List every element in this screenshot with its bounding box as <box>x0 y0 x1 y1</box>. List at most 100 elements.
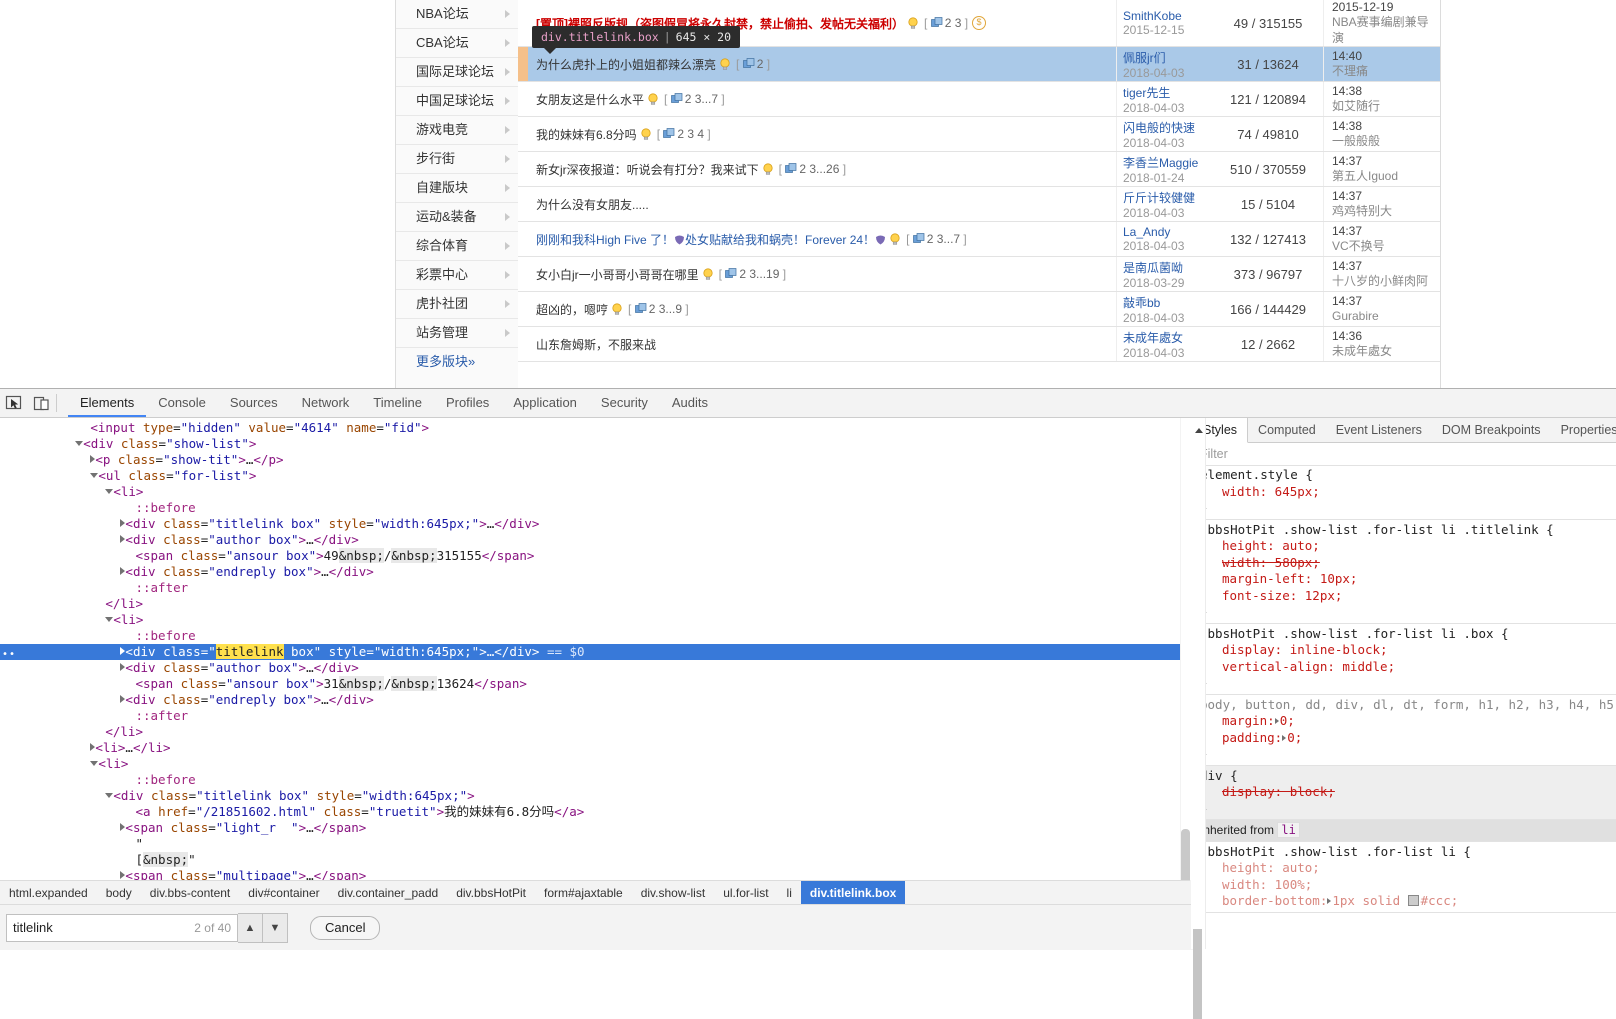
dom-tree-scrollbar-track[interactable] <box>1181 418 1191 880</box>
styles-tab-event-listeners[interactable]: Event Listeners <box>1326 418 1432 442</box>
thread-title-cell[interactable]: 女朋友这是什么水平 [ 2 3...7 ] <box>518 82 1116 116</box>
author-name[interactable]: 佩服jr们 <box>1123 49 1213 66</box>
devtools-tab-timeline[interactable]: Timeline <box>361 389 434 416</box>
sidebar-item-3[interactable]: 中国足球论坛 <box>396 87 518 116</box>
inherited-tag[interactable]: li <box>1277 822 1300 838</box>
dom-node[interactable]: <p class="show-tit">…</p> <box>0 452 1180 468</box>
sidebar-item-4[interactable]: 游戏电竞 <box>396 116 518 145</box>
dom-node[interactable]: <div class="author box">…</div> <box>0 532 1180 548</box>
thread-row[interactable]: 刚刚和我科High Five 了！ 处女贴献给我和蜗壳！Forever 24！[ … <box>518 222 1440 258</box>
cancel-button[interactable]: Cancel <box>310 915 381 940</box>
author-name[interactable]: 是南瓜菌呦 <box>1123 259 1213 276</box>
dom-node[interactable]: <li>…</li> <box>0 740 1180 756</box>
thread-title-link[interactable]: 山东詹姆斯，不服来战 <box>536 336 656 353</box>
author-name[interactable]: tiger先生 <box>1123 84 1213 101</box>
breadcrumb-item[interactable]: div.bbs-content <box>141 881 240 905</box>
css-rule[interactable]: element.style {width: 645px;} <box>1192 465 1616 520</box>
last-reply-user[interactable]: 不理痛 <box>1332 63 1440 79</box>
author-name[interactable]: 敲乖bb <box>1123 294 1213 311</box>
breadcrumb-item[interactable]: body <box>97 881 141 905</box>
css-declaration[interactable]: vertical-align: middle; <box>1200 659 1616 676</box>
thread-row[interactable]: 山东詹姆斯，不服来战 未成年處女 2018-04-03 12 / 2662 14:36 未… <box>518 327 1440 363</box>
breadcrumb-item[interactable]: div#container <box>239 881 328 905</box>
css-rule[interactable]: body, button, dd, div, dl, dt, form, h1,… <box>1192 695 1616 766</box>
dom-node[interactable]: " <box>0 836 1180 852</box>
thread-title-link[interactable]: 为什么没有女朋友..... <box>536 196 649 213</box>
last-reply-user[interactable]: 第五人Iguod <box>1332 168 1440 184</box>
styles-scroll-up-icon[interactable] <box>1193 425 1205 437</box>
thread-row[interactable]: 女小白jr一小哥哥小哥哥在哪里 [ 2 3...19 ] 是南瓜菌呦 2018-03-… <box>518 257 1440 293</box>
css-declaration[interactable]: width: 580px; <box>1200 555 1616 572</box>
breadcrumb-item[interactable]: div.bbsHotPit <box>447 881 535 905</box>
css-selector[interactable]: body, button, dd, div, dl, dt, form, h1,… <box>1200 697 1616 712</box>
devtools-tab-elements[interactable]: Elements <box>68 389 147 417</box>
css-rule[interactable]: .bbsHotPit .show-list .for-list li .box … <box>1192 624 1616 695</box>
dom-node[interactable]: ::before <box>0 772 1180 788</box>
css-declaration[interactable]: width: 645px; <box>1200 484 1616 501</box>
author-name[interactable]: 闪电般的快速 <box>1123 119 1213 136</box>
dom-node[interactable]: ::before <box>0 500 1180 516</box>
css-declaration[interactable]: display: block; <box>1200 784 1616 801</box>
expand-triangle-icon[interactable] <box>1274 718 1279 724</box>
thread-row[interactable]: 新女jr深夜报道：听说会有打分？我来试下 [ 2 3...26 ] 李香兰Maggi… <box>518 152 1440 188</box>
dom-node[interactable]: <span class="ansour box">49&nbsp;/&nbsp;… <box>0 548 1180 564</box>
dom-node[interactable]: ::before <box>0 628 1180 644</box>
last-reply-user[interactable]: 如艾随行 <box>1332 98 1440 114</box>
author-name[interactable]: 未成年處女 <box>1123 329 1213 346</box>
dom-node[interactable]: <input type="hidden" value="4614" name="… <box>0 420 1180 436</box>
dom-node[interactable]: [&nbsp;" <box>0 852 1180 868</box>
thread-row[interactable]: 我的妹妹有6.8分吗 [ 2 3 4 ] 闪电般的快速 2018-04-03 74 / … <box>518 117 1440 153</box>
breadcrumb-item[interactable]: div.container_padd <box>329 881 448 905</box>
thread-title-link[interactable]: 女小白jr一小哥哥小哥哥在哪里 <box>536 266 699 283</box>
dom-node[interactable]: <div class="titlelink box" style="width:… <box>0 516 1180 532</box>
last-reply-user[interactable]: 一般般般 <box>1332 133 1440 149</box>
devtools-tab-network[interactable]: Network <box>290 389 362 416</box>
css-declaration[interactable]: height: auto; <box>1200 538 1616 555</box>
dom-node[interactable]: <span class="light_r ">…</span> <box>0 820 1180 836</box>
devtools-tab-console[interactable]: Console <box>146 389 218 416</box>
breadcrumb-item[interactable]: li <box>778 881 801 905</box>
breadcrumb-item[interactable]: div.titlelink.box <box>800 881 906 905</box>
styles-tab-computed[interactable]: Computed <box>1248 418 1326 442</box>
devtools-tab-profiles[interactable]: Profiles <box>434 389 501 416</box>
thread-title-cell[interactable]: 刚刚和我科High Five 了！ 处女贴献给我和蜗壳！Forever 24！[ … <box>518 222 1116 256</box>
css-rule[interactable]: .bbsHotPit .show-list .for-list li .titl… <box>1192 520 1616 624</box>
css-declaration[interactable]: height: auto; <box>1200 860 1616 877</box>
css-declaration[interactable]: font-size: 12px; <box>1200 588 1616 605</box>
styles-filter-input[interactable]: Filter <box>1192 443 1616 466</box>
css-declaration[interactable]: margin-left: 10px; <box>1200 571 1616 588</box>
dom-node-selected[interactable]: •• <div class="titlelink box" style="wid… <box>0 644 1180 660</box>
dom-node[interactable]: <span class="ansour box">31&nbsp;/&nbsp;… <box>0 676 1180 692</box>
device-toolbar-icon[interactable] <box>32 394 51 413</box>
last-reply-user[interactable]: 鸡鸡特别大 <box>1332 203 1440 219</box>
thread-title-cell[interactable]: 我的妹妹有6.8分吗 [ 2 3 4 ] <box>518 117 1116 151</box>
css-selector[interactable]: .bbsHotPit .show-list .for-list li .titl… <box>1200 522 1554 537</box>
sidebar-item-5[interactable]: 步行街 <box>396 145 518 174</box>
thread-title-link[interactable]: 刚刚和我科High Five 了！ <box>536 231 674 248</box>
dom-node[interactable]: <li> <box>0 756 1180 772</box>
thread-row[interactable]: 为什么没有女朋友..... 斤斤计较健健 2018-04-03 15 / 5104 14… <box>518 187 1440 223</box>
thread-title-cell[interactable]: 超凶的，嗯哼 [ 2 3...9 ] <box>518 292 1116 326</box>
css-rule[interactable]: div {display: block;} <box>1192 765 1616 820</box>
css-declaration[interactable]: display: inline-block; <box>1200 642 1616 659</box>
thread-title-cell[interactable]: 为什么虎扑上的小姐姐都辣么漂亮 [ 2 ] <box>518 47 1116 82</box>
css-declaration[interactable]: width: 100%; <box>1200 877 1616 894</box>
last-reply-user[interactable]: NBA赛事编剧兼导演 <box>1332 14 1440 46</box>
css-declaration[interactable]: border-bottom: 1px solid #ccc; <box>1200 893 1616 910</box>
thread-title-link[interactable]: 新女jr深夜报道：听说会有打分？我来试下 <box>536 161 759 178</box>
sidebar-item-6[interactable]: 自建版块 <box>396 174 518 203</box>
sidebar-item-10[interactable]: 虎扑社团 <box>396 290 518 319</box>
thread-title-cell[interactable]: 为什么没有女朋友..... <box>518 187 1116 221</box>
dom-node[interactable]: <li> <box>0 484 1180 500</box>
dom-node[interactable]: <div class="show-list"> <box>0 436 1180 452</box>
sidebar-item-2[interactable]: 国际足球论坛 <box>396 58 518 87</box>
thread-title-link[interactable]: 女朋友这是什么水平 <box>536 91 644 108</box>
last-reply-user[interactable]: Gurabire <box>1332 308 1440 324</box>
css-declaration[interactable]: padding: 0; <box>1200 730 1616 747</box>
thread-row[interactable]: 超凶的，嗯哼 [ 2 3...9 ] 敲乖bb 2018-04-03 166 / 144… <box>518 292 1440 328</box>
color-swatch[interactable] <box>1407 895 1419 906</box>
dom-node[interactable]: <ul class="for-list"> <box>0 468 1180 484</box>
devtools-tab-audits[interactable]: Audits <box>660 389 720 416</box>
expand-triangle-icon[interactable] <box>1282 734 1287 741</box>
styles-scroll-rail[interactable] <box>1191 418 1206 949</box>
